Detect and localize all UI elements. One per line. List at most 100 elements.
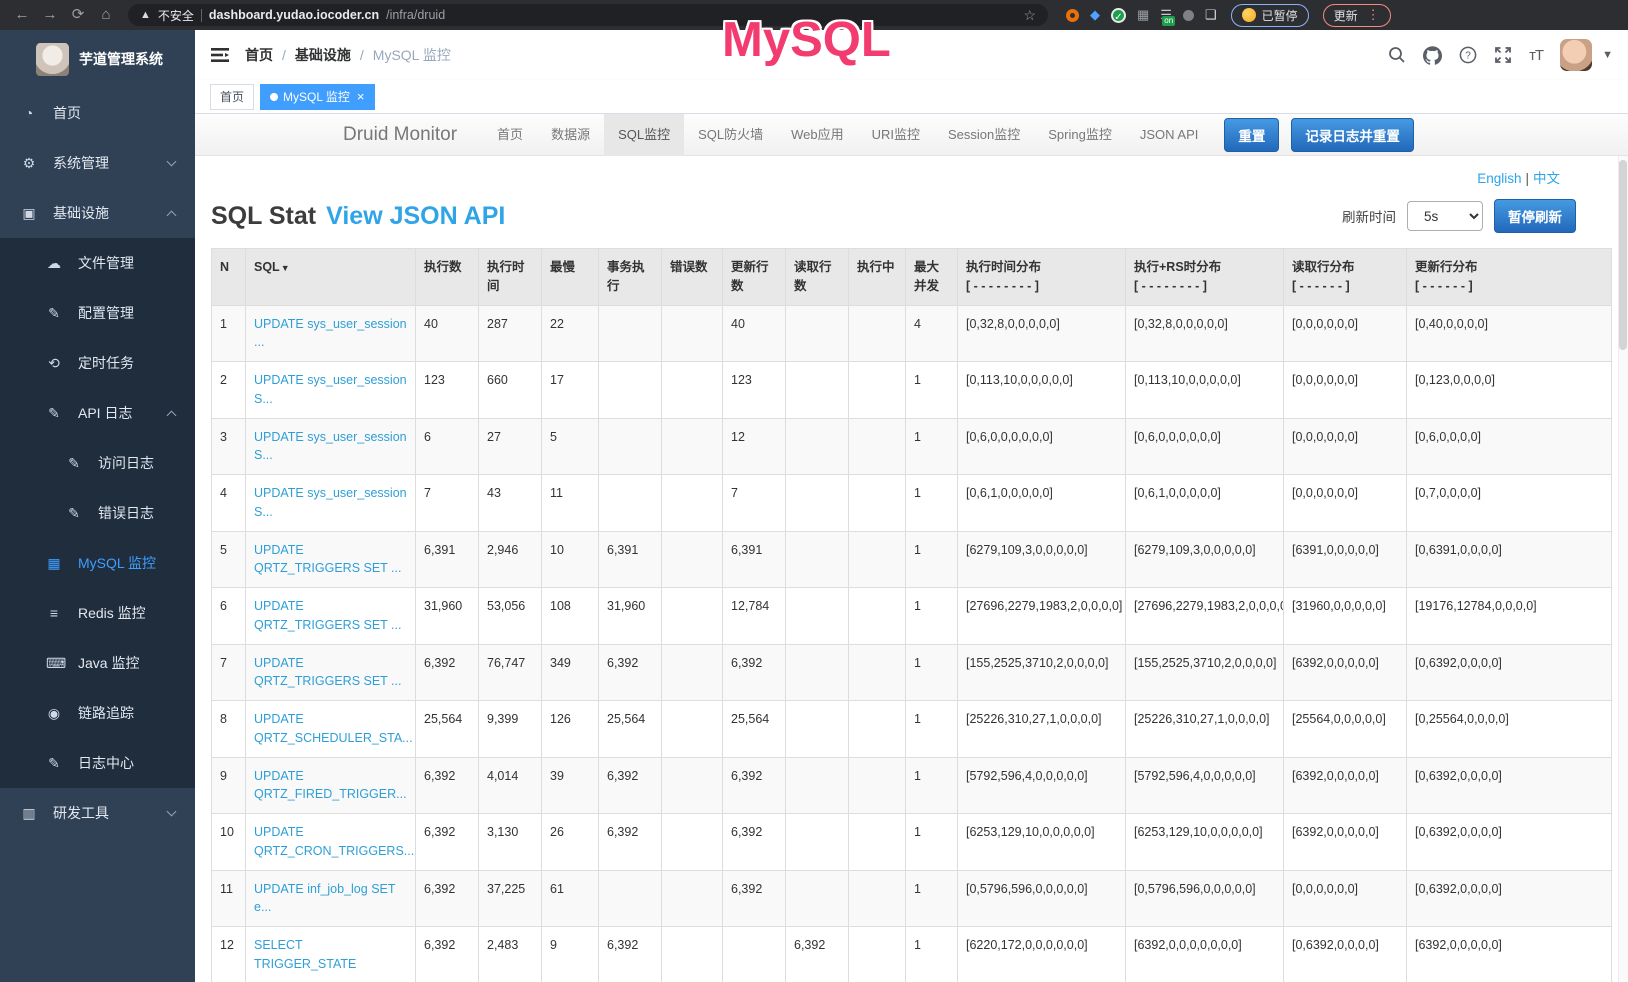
scrollbar-thumb[interactable]	[1619, 160, 1627, 350]
sidebar-item-system-mgmt[interactable]: ⚙系统管理	[0, 138, 195, 188]
browser-update-button[interactable]: 更新 ⋮	[1323, 4, 1391, 27]
column-header-exec-count[interactable]: 执行数	[416, 249, 479, 306]
font-size-icon[interactable]: ᴛT	[1529, 47, 1543, 64]
pause-refresh-button[interactable]: 暂停刷新	[1494, 199, 1576, 233]
table-icon: ▦	[46, 555, 62, 572]
druid-nav-spring-monitor[interactable]: Spring监控	[1034, 114, 1126, 156]
column-header-exec-time[interactable]: 执行时间	[479, 249, 542, 306]
sidebar-item-access-logs[interactable]: ✎访问日志	[0, 438, 195, 488]
extension-tag-icon[interactable]	[1183, 10, 1194, 21]
user-avatar[interactable]	[1560, 39, 1592, 71]
sidebar-item-trace[interactable]: ◉链路追踪	[0, 688, 195, 738]
sql-link[interactable]: UPDATE sys_user_session S...	[254, 373, 407, 406]
hamburger-icon[interactable]	[210, 45, 230, 65]
cell-tx-exec	[599, 475, 662, 532]
druid-nav-datasource[interactable]: 数据源	[537, 114, 604, 156]
sql-link[interactable]: UPDATE sys_user_session ...	[254, 317, 407, 350]
druid-nav-sql-firewall[interactable]: SQL防火墙	[684, 114, 777, 156]
sidebar-item-java-monitor[interactable]: ⌨Java 监控	[0, 638, 195, 688]
breadcrumb-item[interactable]: 首页	[245, 47, 273, 63]
druid-nav-uri-monitor[interactable]: URI监控	[858, 114, 934, 156]
extension-list-icon[interactable]: ☰on	[1160, 7, 1172, 23]
cell-slowest: 26	[542, 814, 599, 871]
avatar-caret-icon[interactable]: ▼	[1602, 49, 1613, 61]
sql-link[interactable]: SELECT TRIGGER_STATE	[254, 938, 356, 971]
refresh-interval-select[interactable]: 5s	[1407, 201, 1483, 231]
column-header-update-row-dist[interactable]: 更新行分布[ - - - - - - ]	[1407, 249, 1612, 306]
scrollbar-track[interactable]	[1618, 156, 1628, 982]
sidebar-item-infrastructure[interactable]: ▣基础设施	[0, 188, 195, 238]
sql-link[interactable]: UPDATE QRTZ_TRIGGERS SET ...	[254, 543, 401, 576]
column-header-fetch-rows[interactable]: 读取行数	[786, 249, 849, 306]
github-icon[interactable]	[1423, 46, 1442, 65]
druid-nav-session-monitor[interactable]: Session监控	[934, 114, 1034, 156]
cell-update-rows: 25,564	[723, 701, 786, 758]
bookmark-star-icon[interactable]: ☆	[1023, 7, 1036, 24]
browser-forward-icon[interactable]: →	[38, 4, 62, 26]
cell-n: 1	[212, 305, 246, 362]
browser-home-icon[interactable]: ⌂	[94, 4, 118, 26]
sql-link[interactable]: UPDATE sys_user_session S...	[254, 486, 407, 519]
browser-reload-icon[interactable]: ⟳	[66, 4, 90, 26]
sidebar-item-config-mgmt[interactable]: ✎配置管理	[0, 288, 195, 338]
cell-n: 5	[212, 531, 246, 588]
browser-back-icon[interactable]: ←	[10, 4, 34, 26]
column-header-error-count[interactable]: 错误数	[662, 249, 723, 306]
column-header-update-rows[interactable]: 更新行数	[723, 249, 786, 306]
column-header-exec-time-dist[interactable]: 执行时间分布[ - - - - - - - - ]	[958, 249, 1126, 306]
sidebar-item-dev-tools[interactable]: ▥研发工具	[0, 788, 195, 838]
sidebar-item-log-center[interactable]: ✎日志中心	[0, 738, 195, 788]
extension-check-icon[interactable]: ✓	[1111, 8, 1126, 23]
profile-paused-pill[interactable]: 已暂停	[1231, 4, 1309, 27]
log-and-reset-button[interactable]: 记录日志并重置	[1291, 118, 1414, 152]
security-warning-icon[interactable]: ▲	[140, 9, 151, 21]
cell-error-count	[662, 531, 723, 588]
druid-nav-web-app[interactable]: Web应用	[777, 114, 858, 156]
sidebar-item-redis-monitor[interactable]: ≡Redis 监控	[0, 588, 195, 638]
search-icon[interactable]	[1388, 46, 1406, 64]
sql-link[interactable]: UPDATE sys_user_session S...	[254, 430, 407, 463]
lang-english-link[interactable]: English	[1477, 171, 1521, 186]
fullscreen-icon[interactable]	[1494, 46, 1512, 64]
column-header-exec-rs-dist[interactable]: 执行+RS时分布[ - - - - - - - - ]	[1126, 249, 1284, 306]
column-header-running[interactable]: 执行中	[849, 249, 906, 306]
reset-button[interactable]: 重置	[1224, 118, 1279, 152]
sql-link[interactable]: UPDATE QRTZ_FIRED_TRIGGER...	[254, 769, 407, 802]
sidebar-item-api-logs[interactable]: ✎API 日志	[0, 388, 195, 438]
column-header-fetch-row-dist[interactable]: 读取行分布[ - - - - - - ]	[1284, 249, 1407, 306]
tab-home[interactable]: 首页	[210, 84, 254, 110]
extension-gem-icon[interactable]: ◆	[1090, 7, 1100, 23]
column-header-n[interactable]: N	[212, 249, 246, 306]
sql-link[interactable]: UPDATE QRTZ_CRON_TRIGGERS...	[254, 825, 414, 858]
view-json-api-link[interactable]: View JSON API	[326, 202, 505, 231]
column-header-max-concurrent[interactable]: 最大并发	[906, 249, 958, 306]
sql-link[interactable]: UPDATE QRTZ_TRIGGERS SET ...	[254, 656, 401, 689]
sidebar-item-mysql-monitor[interactable]: ▦MySQL 监控	[0, 538, 195, 588]
sql-link[interactable]: UPDATE QRTZ_SCHEDULER_STA...	[254, 712, 413, 745]
druid-nav-sql-monitor[interactable]: SQL监控	[604, 114, 684, 156]
extensions-puzzle-icon[interactable]: ❑	[1205, 7, 1217, 23]
browser-menu-kebab-icon[interactable]: ⋮	[1367, 7, 1380, 23]
druid-nav-json-api[interactable]: JSON API	[1126, 114, 1213, 156]
breadcrumb-item[interactable]: 基础设施	[295, 47, 351, 63]
address-bar[interactable]: ▲ 不安全 dashboard.yudao.iocoder.cn/infra/d…	[128, 4, 1048, 26]
timer-icon: ⟲	[46, 355, 62, 372]
tab-close-icon[interactable]: ×	[357, 89, 365, 104]
sql-link[interactable]: UPDATE inf_job_log SET e...	[254, 882, 395, 915]
sidebar-item-home[interactable]: ◔首页	[0, 88, 195, 138]
extension-grid-icon[interactable]: ▦	[1137, 7, 1149, 23]
lang-chinese-link[interactable]: 中文	[1533, 171, 1560, 186]
druid-nav-home[interactable]: 首页	[483, 114, 537, 156]
column-header-sql[interactable]: SQL▼	[246, 249, 416, 306]
column-header-tx-exec[interactable]: 事务执行	[599, 249, 662, 306]
sql-link[interactable]: UPDATE QRTZ_TRIGGERS SET ...	[254, 599, 401, 632]
druid-brand[interactable]: Druid Monitor	[343, 124, 457, 146]
extension-donut-icon[interactable]	[1066, 9, 1079, 22]
sidebar-item-scheduled-tasks[interactable]: ⟲定时任务	[0, 338, 195, 388]
tab-mysql-monitor[interactable]: MySQL 监控×	[260, 84, 375, 110]
column-header-slowest[interactable]: 最慢	[542, 249, 599, 306]
sidebar-item-file-mgmt[interactable]: ☁文件管理	[0, 238, 195, 288]
help-icon[interactable]: ?	[1459, 46, 1477, 64]
sidebar-item-error-logs[interactable]: ✎错误日志	[0, 488, 195, 538]
cell-exec-count: 123	[416, 362, 479, 419]
